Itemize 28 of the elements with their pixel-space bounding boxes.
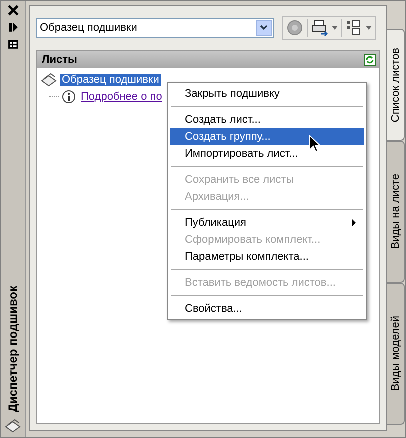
- refresh-icon[interactable]: [364, 54, 376, 66]
- menu-item[interactable]: Публикация: [170, 214, 364, 231]
- sheet-set-icon: [41, 72, 57, 86]
- sheet-set-icon: [5, 419, 21, 433]
- panel-title: Листы: [42, 54, 78, 66]
- mouse-cursor-icon: [309, 135, 321, 153]
- menu-item[interactable]: Создать лист...: [170, 111, 364, 128]
- dropdown-arrow-icon[interactable]: [332, 26, 338, 30]
- sheet-set-dropdown[interactable]: Образец подшивки: [36, 18, 274, 38]
- menu-item[interactable]: Закрыть подшивку: [170, 85, 364, 102]
- menu-item[interactable]: Импортировать лист...: [170, 145, 364, 162]
- details-link[interactable]: Подробнее о по: [79, 90, 164, 102]
- auto-hide-icon[interactable]: [8, 22, 18, 33]
- side-tab[interactable]: Виды на листе: [387, 141, 405, 283]
- menu-item[interactable]: Свойства...: [170, 300, 364, 317]
- info-icon: [62, 90, 76, 104]
- printer-icon[interactable]: [311, 19, 329, 37]
- dropdown-arrow-icon[interactable]: [366, 26, 372, 30]
- side-tab[interactable]: Список листов: [387, 29, 405, 141]
- menu-item[interactable]: Создать группу...: [170, 128, 364, 145]
- menu-item[interactable]: Параметры комплекта...: [170, 248, 364, 265]
- view-options-icon[interactable]: [345, 19, 363, 37]
- palette-title: Диспетчер подшивок: [6, 286, 20, 413]
- side-tab[interactable]: Виды моделей: [387, 283, 405, 425]
- close-icon[interactable]: [8, 5, 18, 16]
- chevron-down-icon: [260, 25, 268, 31]
- tree-item[interactable]: Образец подшивки: [60, 74, 162, 86]
- properties-icon[interactable]: [8, 39, 18, 50]
